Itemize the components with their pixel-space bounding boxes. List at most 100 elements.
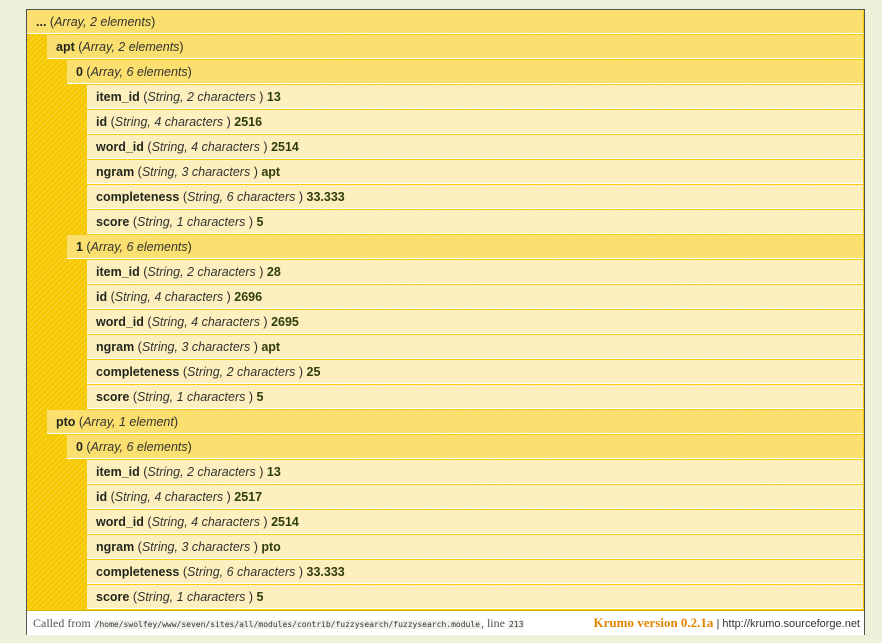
node-key: completeness — [96, 190, 180, 204]
array-node[interactable]: apt (Array, 2 elements) — [47, 35, 863, 59]
krumo-dump: ... (Array, 2 elements) apt (Array, 2 ele… — [26, 9, 865, 635]
node-key: item_id — [96, 265, 140, 279]
node-type: Array, 6 elements — [90, 65, 188, 79]
string-node: item_id (String, 2 characters ) 13 — [87, 460, 863, 484]
node-type: Array, 6 elements — [90, 240, 188, 254]
node-value: 2516 — [234, 115, 263, 129]
string-node: id (String, 4 characters ) 2517 — [87, 485, 863, 509]
node-value: 2514 — [271, 515, 299, 529]
node-value: 28 — [266, 265, 281, 279]
node-type: String, 2 characters — [147, 465, 256, 479]
node-key: completeness — [96, 565, 180, 579]
node-type: String, 6 characters — [187, 565, 296, 579]
node-key: 0 — [76, 440, 83, 454]
called-from: Called from /home/swolfey/www/seven/site… — [33, 611, 525, 637]
node-key: word_id — [96, 515, 144, 529]
node-key: id — [96, 490, 108, 504]
array-node[interactable]: ... (Array, 2 elements) — [27, 10, 863, 34]
node-key: 1 — [76, 240, 83, 254]
node-type: String, 4 characters — [151, 515, 260, 529]
node-type: String, 2 characters — [147, 90, 256, 104]
node-type: Array, 6 elements — [90, 440, 188, 454]
node-value: 2514 — [271, 140, 299, 154]
string-node: completeness (String, 6 characters ) 33.… — [87, 560, 863, 584]
string-node: word_id (String, 4 characters ) 2514 — [87, 510, 863, 534]
node-type: String, 1 characters — [137, 590, 246, 604]
node-value: 13 — [266, 90, 281, 104]
node-value: 5 — [256, 215, 264, 229]
node-value: pto — [261, 540, 281, 554]
version-label: Krumo version 0.2.1a — [593, 615, 714, 630]
array-node[interactable]: 0 (Array, 6 elements) — [67, 435, 863, 459]
node-type: String, 3 characters — [141, 540, 251, 554]
called-from-label: Called from — [33, 616, 91, 630]
node-value: 33.333 — [306, 190, 345, 204]
node-value: apt — [261, 165, 281, 179]
node-key: score — [96, 215, 130, 229]
node-type: String, 4 characters — [114, 290, 224, 304]
string-node: id (String, 4 characters ) 2696 — [87, 285, 863, 309]
node-type: String, 2 characters — [187, 365, 296, 379]
node-key: item_id — [96, 90, 140, 104]
node-value: 13 — [266, 465, 281, 479]
string-node: score (String, 1 characters ) 5 — [87, 210, 863, 234]
node-type: Array, 1 element — [83, 415, 174, 429]
node-type: String, 4 characters — [151, 140, 260, 154]
node-key: ngram — [96, 540, 135, 554]
krumo-version: Krumo version 0.2.1a | http://krumo.sour… — [594, 611, 860, 636]
krumo-footer: Called from /home/swolfey/www/seven/site… — [27, 610, 864, 635]
string-node: item_id (String, 2 characters ) 28 — [87, 260, 863, 284]
node-value: 25 — [306, 365, 321, 379]
string-node: item_id (String, 2 characters ) 13 — [87, 85, 863, 109]
line-number: 213 — [507, 620, 525, 629]
node-type: String, 1 characters — [137, 390, 246, 404]
node-value: 2517 — [234, 490, 263, 504]
node-key: id — [96, 115, 108, 129]
node-value: 33.333 — [306, 565, 345, 579]
node-value: apt — [261, 340, 281, 354]
line-label: , line — [480, 616, 505, 630]
node-value: 5 — [256, 590, 264, 604]
string-node: completeness (String, 6 characters ) 33.… — [87, 185, 863, 209]
node-type: String, 3 characters — [141, 340, 251, 354]
string-node: score (String, 1 characters ) 5 — [87, 385, 863, 409]
node-key: completeness — [96, 365, 180, 379]
string-node: ngram (String, 3 characters ) pto — [87, 535, 863, 559]
node-key: ... — [36, 15, 47, 29]
node-type: String, 1 characters — [137, 215, 246, 229]
node-type: Array, 2 elements — [82, 40, 180, 54]
node-type: String, 4 characters — [114, 490, 224, 504]
string-node: completeness (String, 2 characters ) 25 — [87, 360, 863, 384]
node-value: 2695 — [271, 315, 299, 329]
string-node: ngram (String, 3 characters ) apt — [87, 160, 863, 184]
krumo-tree: ... (Array, 2 elements) apt (Array, 2 ele… — [27, 10, 864, 610]
string-node: id (String, 4 characters ) 2516 — [87, 110, 863, 134]
array-node[interactable]: 1 (Array, 6 elements) — [67, 235, 863, 259]
node-key: word_id — [96, 315, 144, 329]
node-key: pto — [56, 415, 76, 429]
node-key: 0 — [76, 65, 83, 79]
array-node[interactable]: 0 (Array, 6 elements) — [67, 60, 863, 84]
node-type: String, 4 characters — [151, 315, 260, 329]
separator: | — [716, 618, 720, 630]
node-value: 5 — [256, 390, 264, 404]
array-node[interactable]: pto (Array, 1 element) — [47, 410, 863, 434]
node-key: apt — [56, 40, 75, 54]
file-path: /home/swolfey/www/seven/sites/all/module… — [93, 620, 481, 629]
node-value: 2696 — [234, 290, 263, 304]
krumo-site-link[interactable]: http://krumo.sourceforge.net — [722, 618, 860, 630]
string-node: word_id (String, 4 characters ) 2695 — [87, 310, 863, 334]
node-type: Array, 2 elements — [54, 15, 152, 29]
string-node: ngram (String, 3 characters ) apt — [87, 335, 863, 359]
node-key: ngram — [96, 340, 135, 354]
node-key: word_id — [96, 140, 144, 154]
node-key: item_id — [96, 465, 140, 479]
node-key: score — [96, 390, 130, 404]
node-type: String, 3 characters — [141, 165, 251, 179]
node-type: String, 6 characters — [187, 190, 296, 204]
node-key: ngram — [96, 165, 135, 179]
node-key: id — [96, 290, 108, 304]
node-type: String, 4 characters — [114, 115, 224, 129]
node-key: score — [96, 590, 130, 604]
string-node: word_id (String, 4 characters ) 2514 — [87, 135, 863, 159]
